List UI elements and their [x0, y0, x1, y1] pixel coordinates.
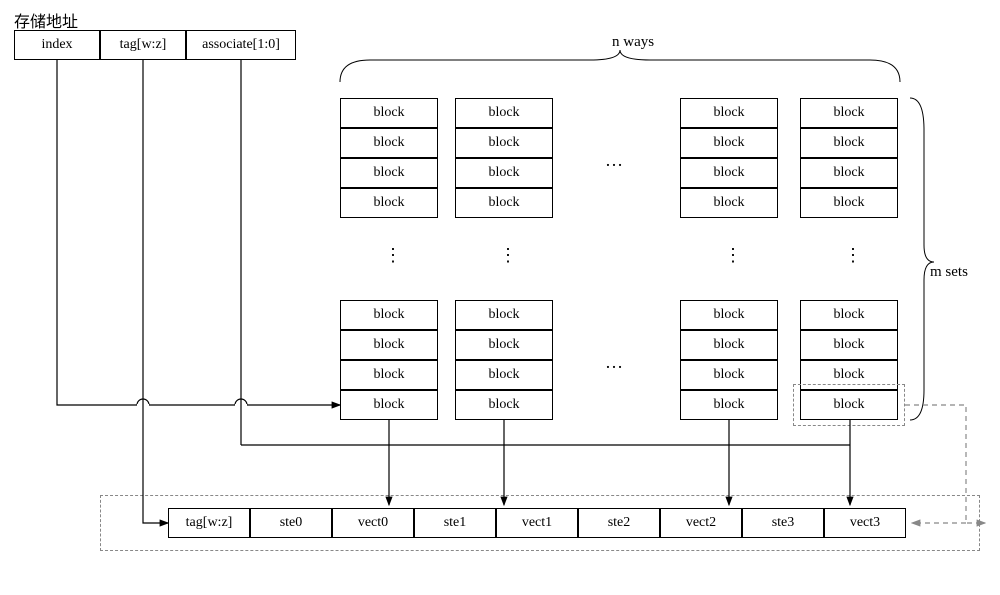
tag-arrow	[143, 60, 168, 523]
n-ways-brace	[340, 50, 900, 82]
overlay-svg	[0, 0, 1000, 595]
m-sets-brace	[910, 98, 934, 420]
selected-block-arrow	[905, 405, 980, 523]
index-arrow	[57, 60, 340, 405]
